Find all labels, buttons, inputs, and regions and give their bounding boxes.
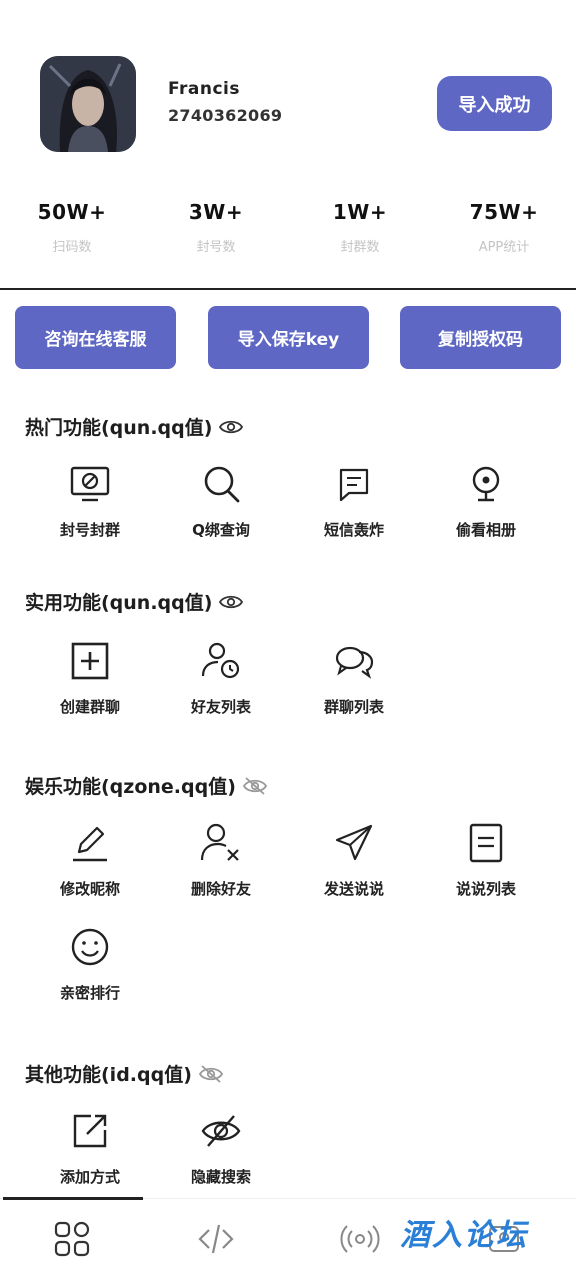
monitor-ban-icon	[69, 463, 111, 505]
contact-support-button[interactable]: 咨询在线客服	[15, 306, 176, 369]
search-icon	[200, 463, 242, 505]
stat-label: APP统计	[478, 240, 530, 255]
tile-change-nickname[interactable]: 修改昵称	[18, 822, 162, 899]
stat-label: 封群数	[340, 240, 380, 255]
watermark: 酒入论坛	[400, 1218, 528, 1253]
tile-moment-list[interactable]: 说说列表	[414, 822, 558, 899]
message-icon	[333, 463, 375, 505]
tile-label: 发送说说	[323, 880, 384, 898]
stat-value: 1W+	[332, 200, 388, 224]
section-title-practical: 实用功能(qun.qq值)	[25, 588, 244, 615]
action-buttons: 咨询在线客服 导入保存key 复制授权码	[0, 306, 576, 369]
stat-value: 50W+	[37, 200, 107, 224]
tile-peek-album[interactable]: 偷看相册	[414, 463, 558, 540]
add-square-icon	[69, 640, 111, 682]
tile-delete-friend[interactable]: 删除好友	[149, 822, 293, 899]
divider	[0, 288, 576, 290]
user-remove-icon	[200, 822, 242, 864]
section-title-hot: 热门功能(qun.qq值)	[25, 413, 244, 440]
tile-label: 亲密排行	[59, 984, 120, 1002]
tile-label: 添加方式	[59, 1168, 120, 1186]
tile-label: Q绑查询	[192, 521, 250, 539]
tile-intimacy-rank[interactable]: 亲密排行	[18, 926, 162, 1003]
section-title-text: 热门功能(qun.qq值)	[25, 417, 213, 439]
tile-label: 修改昵称	[59, 880, 120, 898]
eye-off-icon	[200, 1110, 242, 1152]
chat-bubbles-icon	[333, 640, 375, 682]
note-icon	[465, 822, 507, 864]
tile-group-list[interactable]: 群聊列表	[282, 640, 426, 717]
copy-auth-code-button[interactable]: 复制授权码	[400, 306, 561, 369]
external-link-icon	[69, 1110, 111, 1152]
stat-ban-account: 3W+ 封号数	[144, 200, 288, 255]
stat-scan: 50W+ 扫码数	[0, 200, 144, 255]
tile-sms-bomb[interactable]: 短信轰炸	[282, 463, 426, 540]
tile-send-moment[interactable]: 发送说说	[282, 822, 426, 899]
tile-label: 封号封群	[59, 521, 120, 539]
code-icon	[198, 1224, 234, 1254]
nav-active-indicator	[3, 1197, 143, 1200]
send-icon	[333, 822, 375, 864]
section-title-entertainment: 娱乐功能(qzone.qq值)	[25, 772, 268, 799]
broadcast-icon	[340, 1225, 380, 1253]
import-status-button[interactable]: 导入成功	[437, 76, 552, 131]
stat-label: 封号数	[196, 240, 236, 255]
tile-label: 群聊列表	[323, 698, 384, 716]
smile-icon	[69, 926, 111, 968]
eye-off-icon[interactable]	[198, 1064, 224, 1084]
grid-icon	[54, 1221, 90, 1257]
section-title-other: 其他功能(id.qq值)	[25, 1060, 224, 1087]
tile-friend-list[interactable]: 好友列表	[149, 640, 293, 717]
user-name: Francis	[168, 79, 241, 99]
tile-hide-search[interactable]: 隐藏搜索	[149, 1110, 293, 1187]
stat-value: 3W+	[188, 200, 244, 224]
section-title-text: 娱乐功能(qzone.qq值)	[25, 776, 236, 798]
stat-label: 扫码数	[52, 240, 92, 255]
webcam-icon	[465, 463, 507, 505]
tile-label: 说说列表	[455, 880, 516, 898]
stats-row: 50W+ 扫码数 3W+ 封号数 1W+ 封群数 75W+ APP统计	[0, 200, 576, 270]
nav-code[interactable]	[144, 1217, 288, 1261]
tile-q-bind-query[interactable]: Q绑查询	[149, 463, 293, 540]
tile-add-method[interactable]: 添加方式	[18, 1110, 162, 1187]
import-save-key-button[interactable]: 导入保存key	[208, 306, 369, 369]
user-id: 2740362069	[168, 106, 283, 125]
stat-app: 75W+ APP统计	[432, 200, 576, 255]
tile-label: 好友列表	[190, 698, 251, 716]
section-title-text: 其他功能(id.qq值)	[25, 1064, 192, 1086]
stat-ban-group: 1W+ 封群数	[288, 200, 432, 255]
eye-off-icon[interactable]	[242, 776, 268, 796]
user-clock-icon	[200, 640, 242, 682]
section-title-text: 实用功能(qun.qq值)	[25, 592, 213, 614]
profile-header: Francis 2740362069 导入成功	[0, 0, 576, 190]
tile-ban-account-group[interactable]: 封号封群	[18, 463, 162, 540]
tile-label: 隐藏搜索	[190, 1168, 251, 1186]
avatar[interactable]	[40, 56, 136, 152]
tile-label: 偷看相册	[455, 521, 516, 539]
tile-label: 创建群聊	[59, 698, 120, 716]
tile-label: 短信轰炸	[323, 521, 384, 539]
nav-home[interactable]	[0, 1217, 144, 1261]
eye-icon[interactable]	[218, 592, 244, 612]
stat-value: 75W+	[469, 200, 539, 224]
tile-label: 删除好友	[190, 880, 251, 898]
eye-icon[interactable]	[218, 417, 244, 437]
pen-icon	[69, 822, 111, 864]
tile-create-group[interactable]: 创建群聊	[18, 640, 162, 717]
